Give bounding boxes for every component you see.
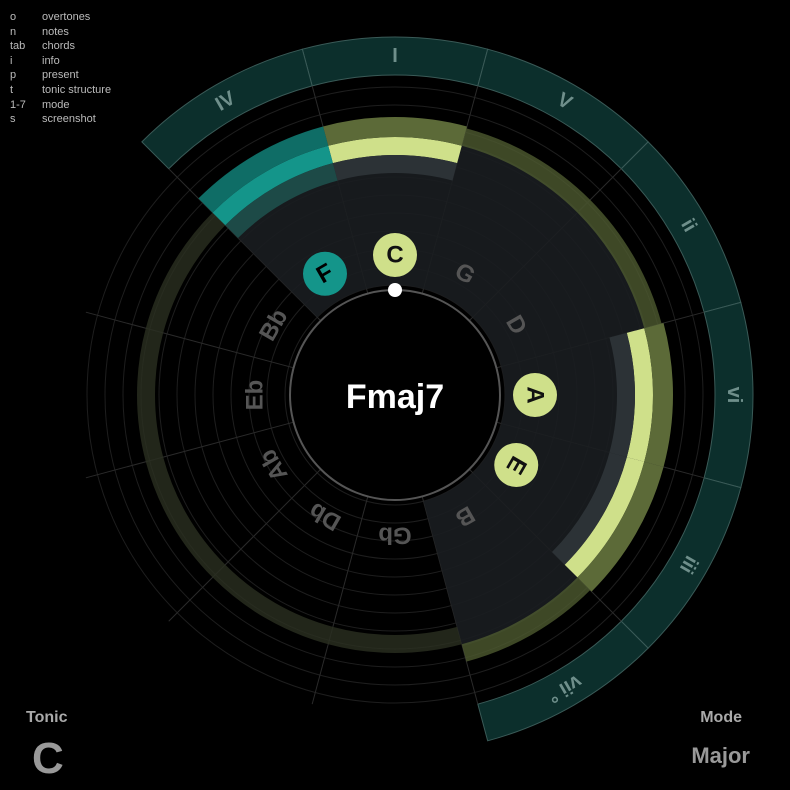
mode-label: Mode bbox=[700, 709, 742, 726]
note-label[interactable]: C bbox=[386, 242, 403, 269]
mode-value[interactable]: Major bbox=[691, 743, 750, 769]
scale-degree-numeral[interactable]: I bbox=[392, 45, 398, 67]
overtone-arc bbox=[145, 457, 226, 578]
note-label[interactable]: Gb bbox=[378, 522, 411, 549]
overtone-arc bbox=[145, 212, 226, 333]
chord-name: Fmaj7 bbox=[346, 378, 444, 416]
tonic-label: Tonic bbox=[26, 709, 68, 726]
note-label[interactable]: Eb bbox=[242, 380, 269, 411]
note-label[interactable]: A bbox=[522, 386, 549, 403]
tonic-value[interactable]: C bbox=[32, 734, 64, 784]
scale-degree-numeral[interactable]: vi bbox=[723, 387, 745, 404]
tonic-marker-dot[interactable] bbox=[388, 283, 402, 297]
overtone-arc bbox=[212, 564, 333, 645]
circle-of-fifths[interactable]: IViiviiiivii °IVCGDAEBGbDbAbEbBbFFmaj7 bbox=[0, 0, 790, 790]
